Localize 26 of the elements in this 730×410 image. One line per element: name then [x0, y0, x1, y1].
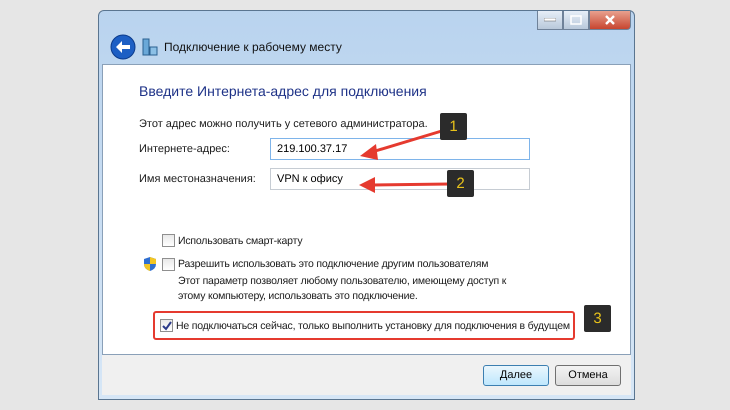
checkbox[interactable] — [160, 319, 173, 332]
minimize-button[interactable] — [537, 11, 563, 30]
hint-text: Этот адрес можно получить у сетевого администратора. — [139, 118, 428, 130]
text-field[interactable]: 219.100.37.17 — [270, 138, 530, 160]
page-heading: Введите Интернета-адрес для подключения — [139, 83, 428, 99]
dialog-button[interactable]: Отмена — [555, 364, 621, 386]
dialog-button[interactable]: Далее — [483, 364, 549, 386]
field-label: Имя местоназначения: — [139, 173, 257, 185]
checkbox-label[interactable]: Разрешить использовать это подключение другим пользователям — [178, 258, 488, 270]
minimize-icon — [544, 18, 556, 22]
checkbox-label[interactable]: Не подключаться сейчас, только выполнить установку для подключения в будущем — [176, 320, 570, 332]
number-callout: 2 — [447, 170, 474, 197]
checkbox[interactable] — [162, 234, 175, 247]
field-label: Интернете-адрес: — [139, 143, 231, 155]
number-callout: 3 — [584, 305, 611, 332]
close-icon — [604, 15, 616, 25]
checkbox-label[interactable]: Использовать смарт-карту — [178, 234, 302, 246]
checkbox[interactable] — [162, 258, 175, 270]
option-description: Этот параметр позволяет любому пользователю, имеющему доступ к этому компьютеру, использовать это подключение. — [178, 274, 508, 304]
back-button[interactable] — [110, 34, 136, 60]
number-callout: 1 — [440, 113, 467, 140]
maximize-icon — [570, 15, 582, 25]
network-icon — [142, 38, 158, 56]
window-title: Подключение к рабочему месту — [164, 40, 342, 54]
maximize-button[interactable] — [563, 11, 589, 30]
close-button[interactable] — [589, 11, 631, 30]
